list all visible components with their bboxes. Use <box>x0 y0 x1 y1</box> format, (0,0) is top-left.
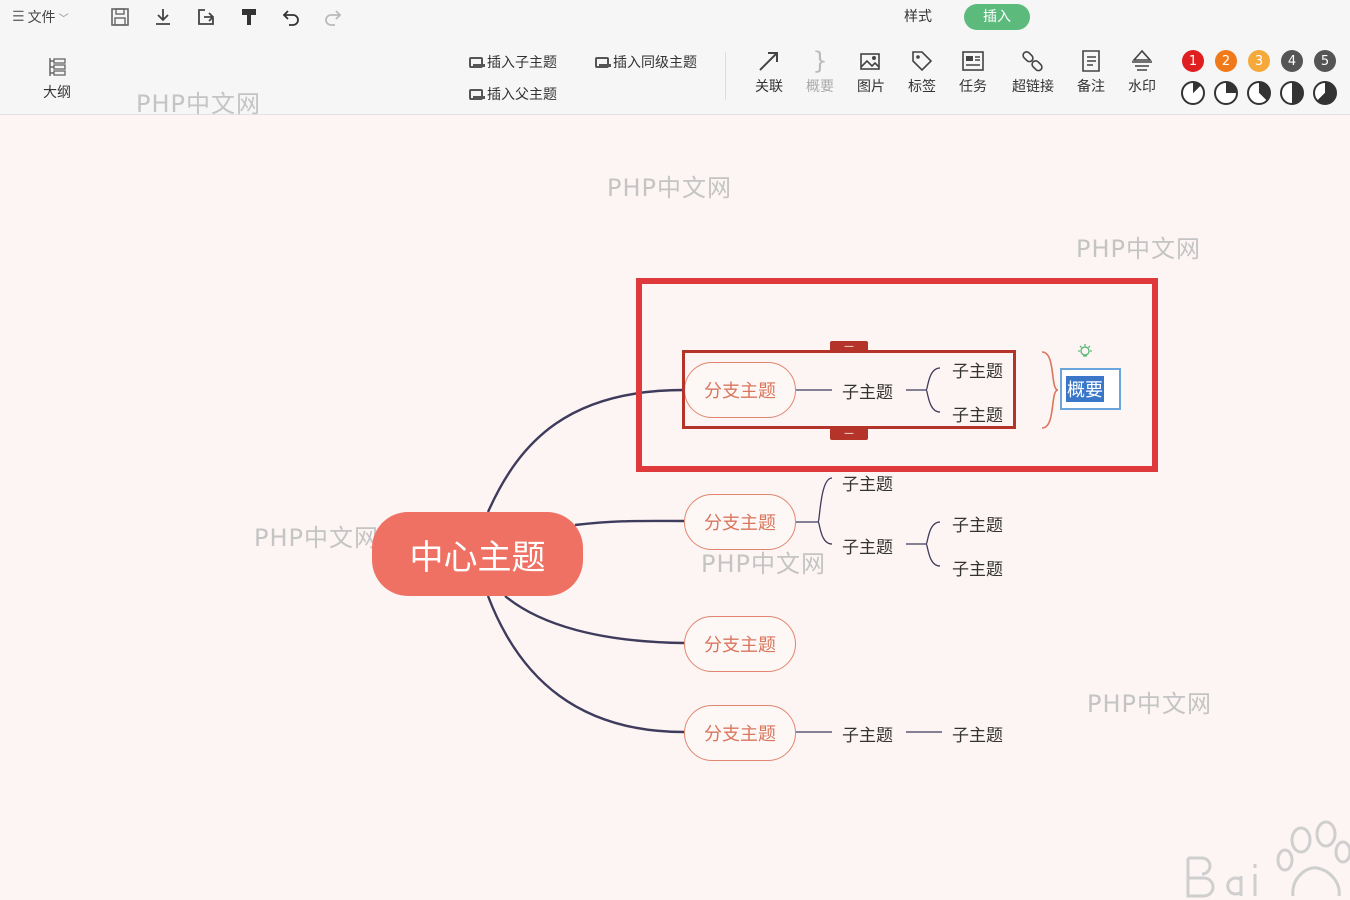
subtopic[interactable]: 子主题 <box>842 721 893 746</box>
subtopic[interactable]: 子主题 <box>952 511 1003 536</box>
subtopic[interactable]: 子主题 <box>842 533 893 558</box>
branch-topic[interactable]: 分支主题 <box>684 616 796 672</box>
branch-topic[interactable]: 分支主题 <box>684 705 796 761</box>
center-topic[interactable]: 中心主题 <box>372 512 583 596</box>
subtopic[interactable]: 子主题 <box>842 470 893 495</box>
subtopic[interactable]: 子主题 <box>952 721 1003 746</box>
subtopic[interactable]: 子主题 <box>952 555 1003 580</box>
highlight-annotation <box>636 278 1158 472</box>
baidu-logo <box>1186 820 1350 898</box>
branch-topic[interactable]: 分支主题 <box>684 494 796 550</box>
